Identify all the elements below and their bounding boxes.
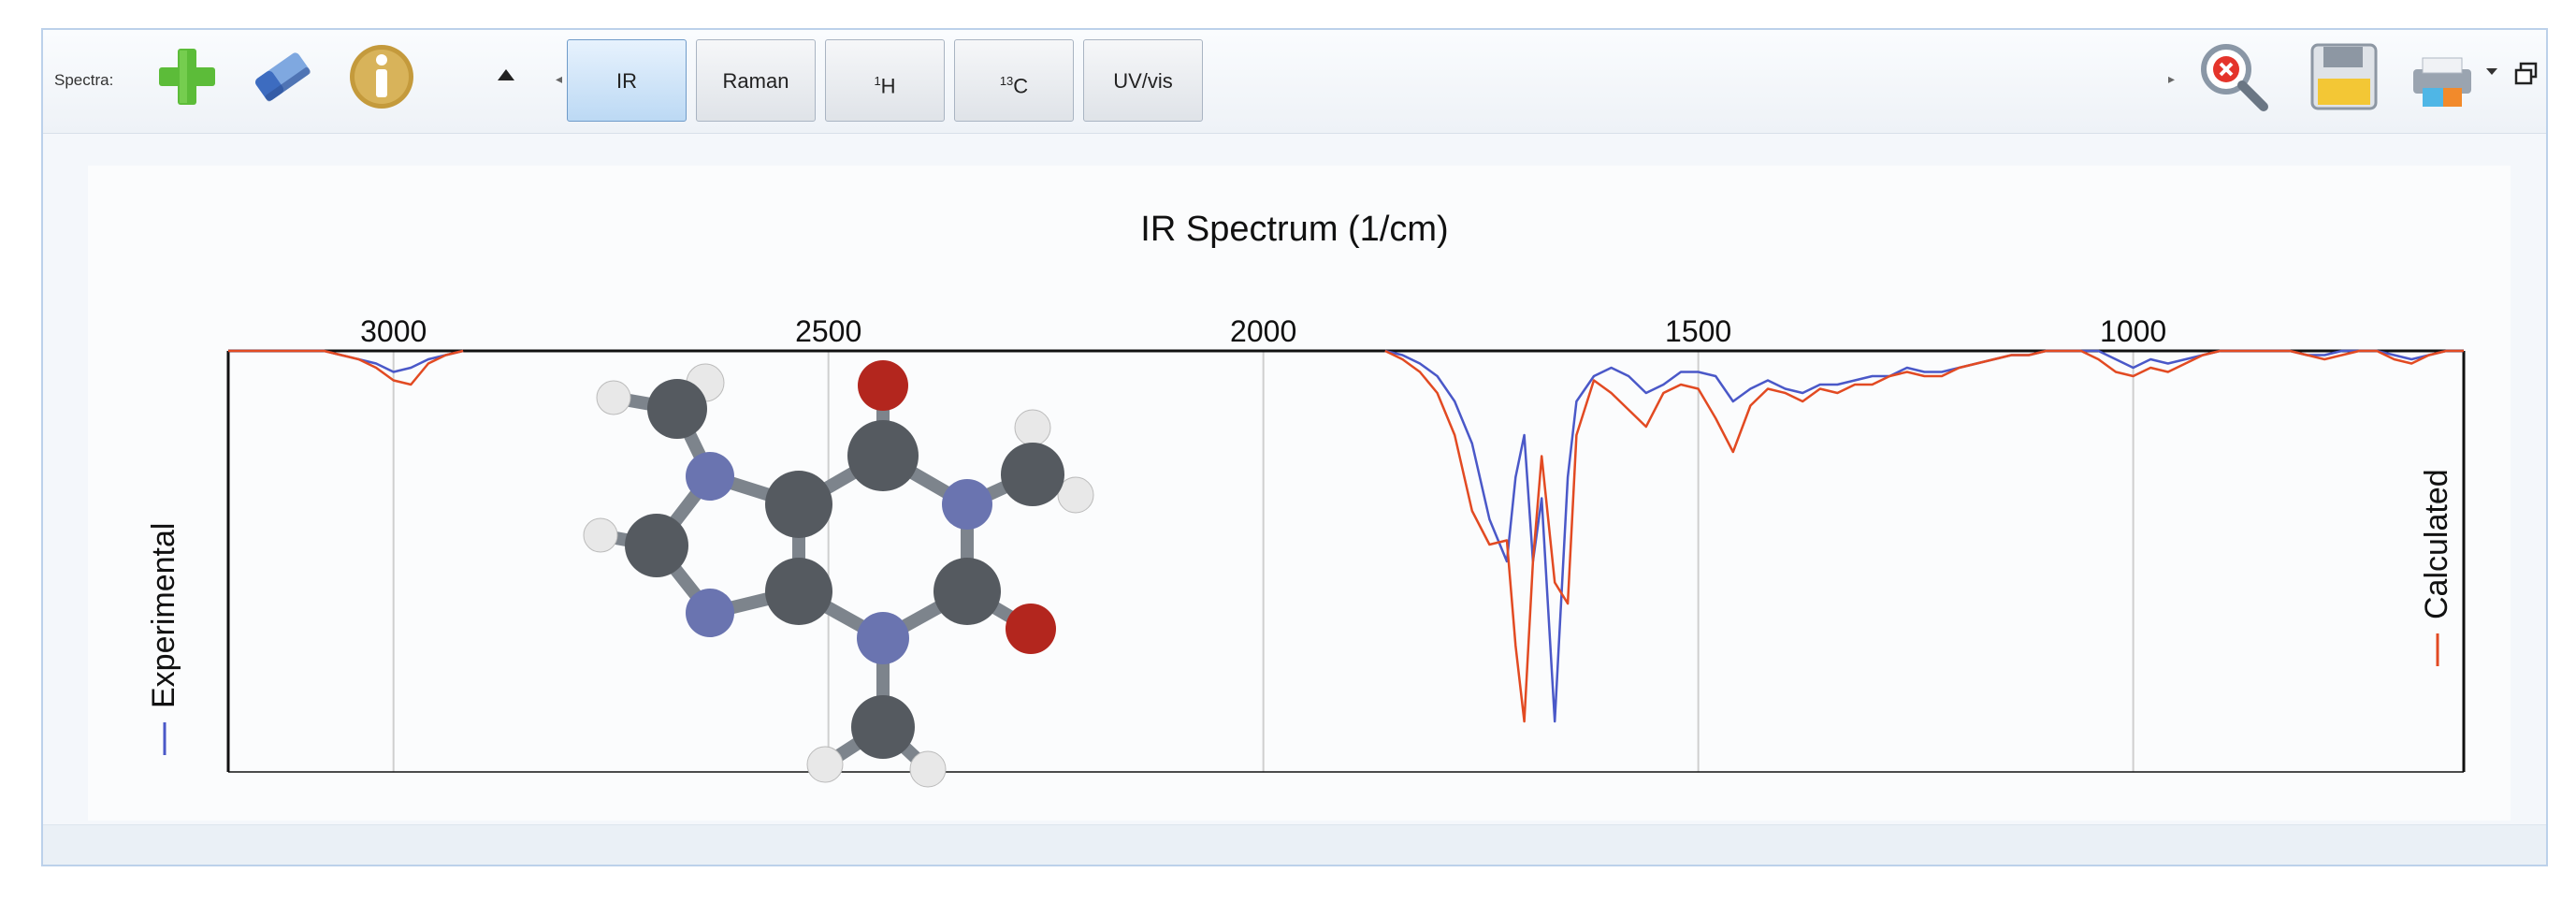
- plus-icon[interactable]: [148, 37, 226, 116]
- scroll-right-icon[interactable]: ▸: [2168, 71, 2175, 87]
- printer-icon[interactable]: [2406, 37, 2481, 116]
- toolbar: Spectra: ◂ IR Raman 1H 13C UV/vis ▸: [43, 30, 2546, 134]
- ir-spectrum-chart[interactable]: 3000 2500 2000 1500 1000 IR Spectrum (1/cm) …: [88, 166, 2511, 821]
- tab-raman-label: Raman: [722, 69, 789, 93]
- x-tick-label: 3000: [360, 314, 427, 348]
- series-calculated: [228, 349, 2464, 723]
- spectrum-canvas: 3000 2500 2000 1500 1000 IR Spectrum (1/cm) …: [88, 166, 2511, 821]
- series-line: [228, 349, 464, 373]
- x-tick-label: 1500: [1665, 314, 1731, 348]
- chart-title: IR Spectrum (1/cm): [1140, 210, 1448, 249]
- restore-window-icon[interactable]: [2512, 60, 2540, 88]
- series-line: [1384, 349, 2464, 723]
- tab-13c-label: C: [1013, 74, 1029, 98]
- tab-raman[interactable]: Raman: [696, 39, 816, 122]
- tab-ir-label: IR: [616, 69, 637, 93]
- scroll-left-icon[interactable]: ◂: [556, 71, 562, 87]
- tab-ir[interactable]: IR: [567, 39, 687, 122]
- x-tick-label: 1000: [2100, 314, 2166, 348]
- series: [228, 349, 2464, 723]
- floppy-disk-icon[interactable]: [2305, 37, 2383, 116]
- tab-1h[interactable]: 1H: [825, 39, 945, 122]
- caffeine-molecule-image: [583, 360, 1094, 788]
- tab-13c-sup: 13: [999, 74, 1014, 88]
- info-icon[interactable]: [342, 37, 421, 116]
- series-line: [1384, 349, 2464, 723]
- chevron-down-icon[interactable]: [2482, 62, 2501, 80]
- left-axis-label: Experimental: [146, 523, 181, 755]
- x-tick-label: 2000: [1230, 314, 1296, 348]
- spectra-label: Spectra:: [54, 71, 114, 89]
- tab-uvvis[interactable]: UV/vis: [1083, 39, 1203, 122]
- eraser-icon[interactable]: [243, 37, 322, 116]
- status-strip: [43, 824, 2546, 865]
- right-axis-label: Calculated: [2419, 469, 2454, 666]
- x-tick-label: 2500: [795, 314, 861, 348]
- zoom-reset-icon[interactable]: [2194, 37, 2273, 116]
- tab-uvvis-label: UV/vis: [1113, 69, 1173, 93]
- x-tick-labels: 3000 2500 2000 1500 1000: [360, 314, 2166, 348]
- series-experimental: [228, 349, 2464, 723]
- triangle-up-icon[interactable]: [492, 62, 520, 90]
- tab-1h-label: H: [880, 74, 896, 98]
- tab-1h-sup: 1: [874, 74, 881, 88]
- spectra-panel: Spectra: ◂ IR Raman 1H 13C UV/vis ▸ 3000…: [41, 28, 2548, 866]
- tab-13c[interactable]: 13C: [954, 39, 1074, 122]
- calculated-label: Calculated: [2419, 469, 2454, 619]
- atoms: [583, 360, 1094, 788]
- experimental-label: Experimental: [146, 523, 181, 708]
- series-line: [228, 349, 464, 386]
